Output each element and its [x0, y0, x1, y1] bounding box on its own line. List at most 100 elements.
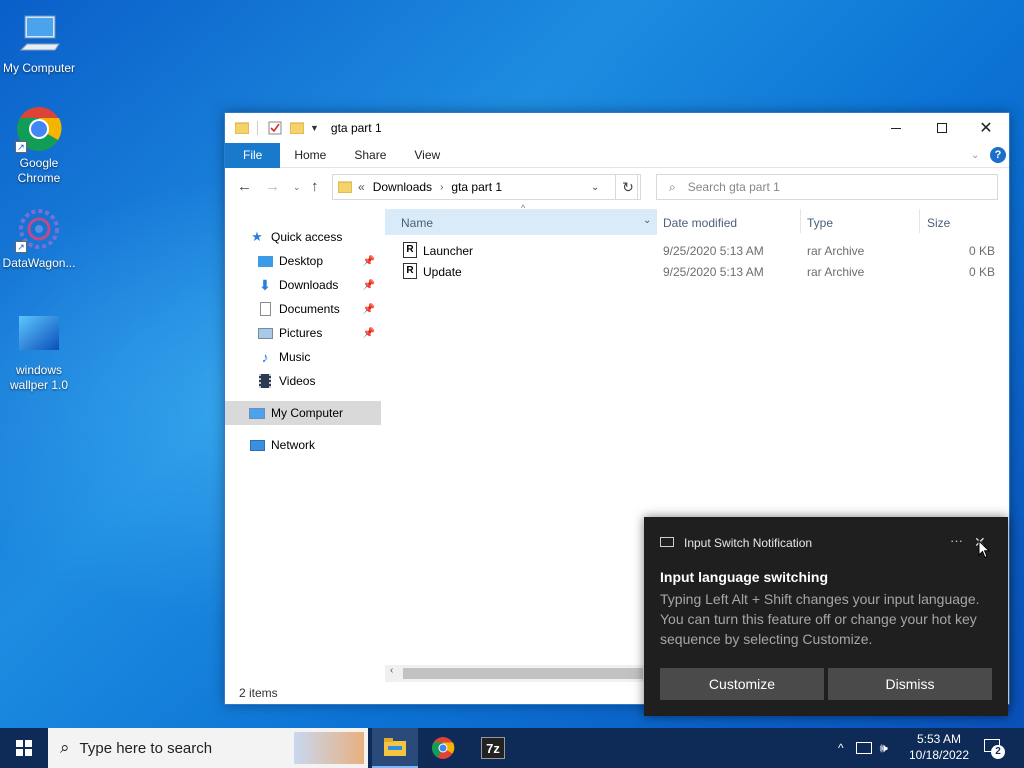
refresh-button[interactable]: ↻	[615, 174, 641, 200]
nav-item-documents[interactable]: Documents 📌	[225, 297, 381, 321]
action-center-button[interactable]: 2	[980, 737, 1008, 759]
tab-share[interactable]: Share	[340, 143, 400, 168]
column-header-date-modified[interactable]: Date modified	[663, 211, 737, 235]
column-header-size[interactable]: Size	[927, 211, 950, 235]
customize-button[interactable]: Customize	[660, 668, 824, 700]
nav-item-videos[interactable]: Videos	[225, 369, 381, 393]
nav-item-my-computer[interactable]: My Computer	[225, 401, 381, 425]
notification-count-badge: 2	[991, 745, 1005, 759]
close-button[interactable]: ✕	[963, 113, 1009, 143]
desktop-icon-datawagon[interactable]: ↗ DataWagon...	[0, 205, 78, 271]
minimize-icon	[891, 127, 901, 129]
file-size: 0 KB	[969, 265, 996, 279]
status-bar-item-count: 2 items	[239, 686, 278, 700]
pin-icon: 📌	[362, 327, 375, 339]
shortcut-arrow-icon: ↗	[15, 141, 27, 153]
recent-locations-icon[interactable]: ⌄	[293, 182, 301, 193]
nav-item-network[interactable]: Network	[225, 433, 381, 457]
star-icon: ★	[251, 229, 263, 244]
file-row-launcher[interactable]: R Launcher 9/25/2020 5:13 AM rar Archive…	[401, 241, 1001, 262]
navigation-pane: ★ Quick access Desktop 📌 ⬇ Downloads 📌 D…	[225, 209, 385, 679]
file-type: rar Archive	[807, 265, 865, 279]
search-highlight-image	[294, 732, 364, 764]
help-icon[interactable]: ?	[990, 147, 1006, 163]
document-icon	[257, 301, 273, 317]
horizontal-scrollbar[interactable]: ‹	[385, 665, 647, 682]
tab-home[interactable]: Home	[280, 143, 340, 168]
file-date: 9/25/2020 5:13 AM	[663, 265, 764, 279]
file-type: rar Archive	[807, 244, 865, 258]
column-separator[interactable]	[656, 209, 657, 233]
forward-arrow-icon[interactable]: →	[265, 178, 280, 195]
nav-item-music[interactable]: ♪ Music	[225, 345, 381, 369]
network-icon	[249, 437, 265, 453]
clock[interactable]: 5:53 AM 10/18/2022	[908, 731, 970, 763]
new-folder-icon[interactable]	[290, 122, 304, 134]
pin-icon: 📌	[362, 255, 375, 267]
back-arrow-icon[interactable]: ←	[237, 178, 252, 195]
desktop-icon-windows-wallper[interactable]: windows wallper 1.0	[0, 312, 78, 393]
column-separator[interactable]	[800, 209, 801, 233]
overflow-chevron[interactable]: «	[358, 180, 365, 194]
scroll-left-icon[interactable]: ‹	[390, 665, 393, 676]
desktop-icon-label: Google Chrome	[17, 156, 61, 185]
up-arrow-icon[interactable]: ↑	[311, 178, 319, 195]
maximize-button[interactable]	[919, 113, 965, 143]
search-input[interactable]: ⌕ Search gta part 1	[656, 174, 998, 200]
breadcrumb-current[interactable]: gta part 1	[451, 180, 502, 194]
start-button[interactable]	[0, 728, 48, 768]
clock-time: 5:53 AM	[916, 732, 962, 746]
notification-body: Typing Left Alt + Shift changes your inp…	[660, 591, 980, 647]
taskbar: ⌕ Type here to search 7z ^ 🕪 5:53 AM 10/…	[0, 728, 1024, 768]
file-name: Launcher	[423, 244, 474, 258]
taskbar-search-box[interactable]: ⌕ Type here to search	[48, 728, 368, 768]
windows-logo-icon	[16, 740, 32, 756]
taskbar-chrome[interactable]	[420, 728, 466, 768]
quick-access-dropdown-icon[interactable]: ▼	[310, 123, 319, 133]
address-dropdown-icon[interactable]: ⌄	[591, 182, 599, 193]
nav-item-pictures[interactable]: Pictures 📌	[225, 321, 381, 345]
refresh-icon: ↻	[622, 178, 634, 195]
nav-item-downloads[interactable]: ⬇ Downloads 📌	[225, 273, 381, 297]
nav-item-label: Quick access	[271, 230, 343, 244]
folder-icon	[338, 181, 352, 193]
file-row-update[interactable]: R Update 9/25/2020 5:13 AM rar Archive 0…	[401, 262, 1001, 283]
close-icon: ✕	[979, 120, 993, 137]
nav-item-label: Pictures	[279, 326, 323, 340]
address-bar[interactable]: « Downloads › gta part 1 ⌄	[332, 174, 638, 200]
minimize-button[interactable]	[873, 113, 919, 143]
column-filter-dropdown-icon[interactable]: ⌄	[643, 215, 651, 226]
properties-check-icon[interactable]	[268, 121, 282, 135]
desktop-icon-my-computer[interactable]: My Computer	[0, 10, 78, 76]
expand-ribbon-icon[interactable]: ⌄	[971, 150, 979, 161]
file-date: 9/25/2020 5:13 AM	[663, 244, 764, 258]
show-hidden-icons-chevron-icon[interactable]: ^	[838, 741, 844, 755]
dismiss-button[interactable]: Dismiss	[828, 668, 992, 700]
music-note-icon: ♪	[261, 349, 269, 365]
column-header-name[interactable]: Name	[401, 211, 433, 235]
desktop-icon-label: DataWagon...	[2, 256, 76, 270]
search-icon: ⌕	[669, 179, 676, 194]
tab-file[interactable]: File	[225, 142, 281, 168]
desktop-icon-google-chrome[interactable]: ↗ Google Chrome	[0, 105, 78, 186]
nav-item-desktop[interactable]: Desktop 📌	[225, 249, 381, 273]
column-separator[interactable]	[919, 209, 920, 233]
breadcrumb-downloads[interactable]: Downloads	[373, 180, 432, 194]
notification-title: Input language switching	[660, 569, 828, 585]
network-monitor-icon[interactable]	[855, 742, 872, 754]
nav-item-label: Videos	[279, 374, 316, 388]
nav-item-quick-access[interactable]: ★ Quick access	[225, 225, 381, 249]
desktop-icon-label: windows wallper 1.0	[9, 363, 69, 392]
desktop-folder-icon	[257, 253, 273, 269]
taskbar-file-explorer[interactable]	[372, 728, 418, 768]
keyboard-icon	[660, 537, 674, 547]
divider	[257, 121, 258, 135]
file-name: Update	[423, 265, 462, 279]
column-header-type[interactable]: Type	[807, 211, 833, 235]
volume-icon[interactable]: 🕪	[880, 740, 888, 756]
tab-view[interactable]: View	[400, 143, 454, 168]
scrollbar-thumb[interactable]	[403, 668, 643, 679]
taskbar-7zip[interactable]: 7z	[470, 728, 516, 768]
computer-icon	[15, 10, 63, 58]
more-options-icon[interactable]: ···	[950, 533, 963, 548]
